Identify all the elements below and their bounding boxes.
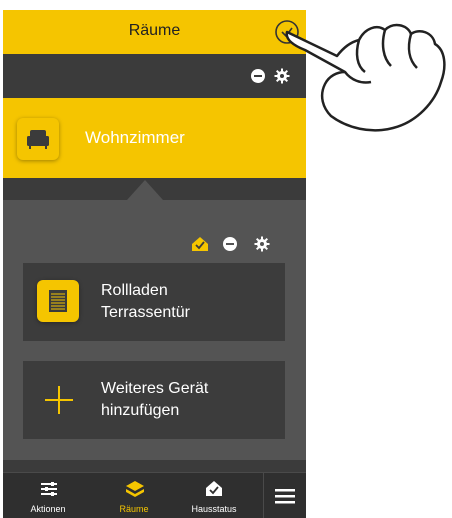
actions-icon (41, 482, 57, 496)
app-screen: Räume Wohnzimmer Rollladen Terrassentür … (3, 10, 306, 518)
room-name: Wohnzimmer (85, 128, 185, 147)
menu-button[interactable] (263, 473, 306, 518)
device-name-line1: Rollladen (101, 282, 168, 299)
tab-aktionen[interactable]: Aktionen (9, 473, 87, 518)
room-item-wohnzimmer[interactable]: Wohnzimmer (3, 98, 306, 178)
room-toolbar (3, 54, 306, 98)
roller-shutter-icon (37, 280, 79, 322)
tab-label: Hausstatus (191, 504, 237, 514)
rooms-icon (126, 481, 144, 497)
add-device-line2: hinzufügen (101, 402, 180, 419)
device-card-rollladen[interactable]: Rollladen Terrassentür (23, 263, 285, 341)
house-status-icon (206, 481, 222, 496)
plus-icon (45, 386, 73, 414)
remove-device-icon[interactable] (222, 236, 238, 252)
hand-pointer-icon (285, 23, 446, 132)
panel-pointer (127, 180, 163, 200)
device-label: Rollladen Terrassentür (101, 280, 190, 324)
room-detail-panel: Rollladen Terrassentür Weiteres Gerät hi… (3, 200, 306, 460)
tab-label: Räume (119, 504, 149, 514)
armchair-icon (17, 118, 59, 160)
tab-bar: Aktionen Räume Hausstatus (3, 472, 306, 518)
page-title: Räume (128, 22, 181, 39)
remove-room-icon[interactable] (250, 68, 266, 84)
add-device-line1: Weiteres Gerät (101, 380, 209, 397)
spacer (3, 460, 306, 472)
tab-hausstatus[interactable]: Hausstatus (175, 473, 253, 518)
house-check-icon[interactable] (191, 236, 209, 252)
add-device-button[interactable]: Weiteres Gerät hinzufügen (23, 361, 285, 439)
gear-icon[interactable] (254, 236, 270, 252)
tab-raeume[interactable]: Räume (95, 473, 173, 518)
device-name-line2: Terrassentür (101, 304, 190, 321)
tab-label: Aktionen (30, 504, 66, 514)
add-device-label: Weiteres Gerät hinzufügen (101, 378, 208, 422)
header-bar: Räume (3, 10, 306, 54)
hamburger-menu-icon (275, 489, 295, 504)
